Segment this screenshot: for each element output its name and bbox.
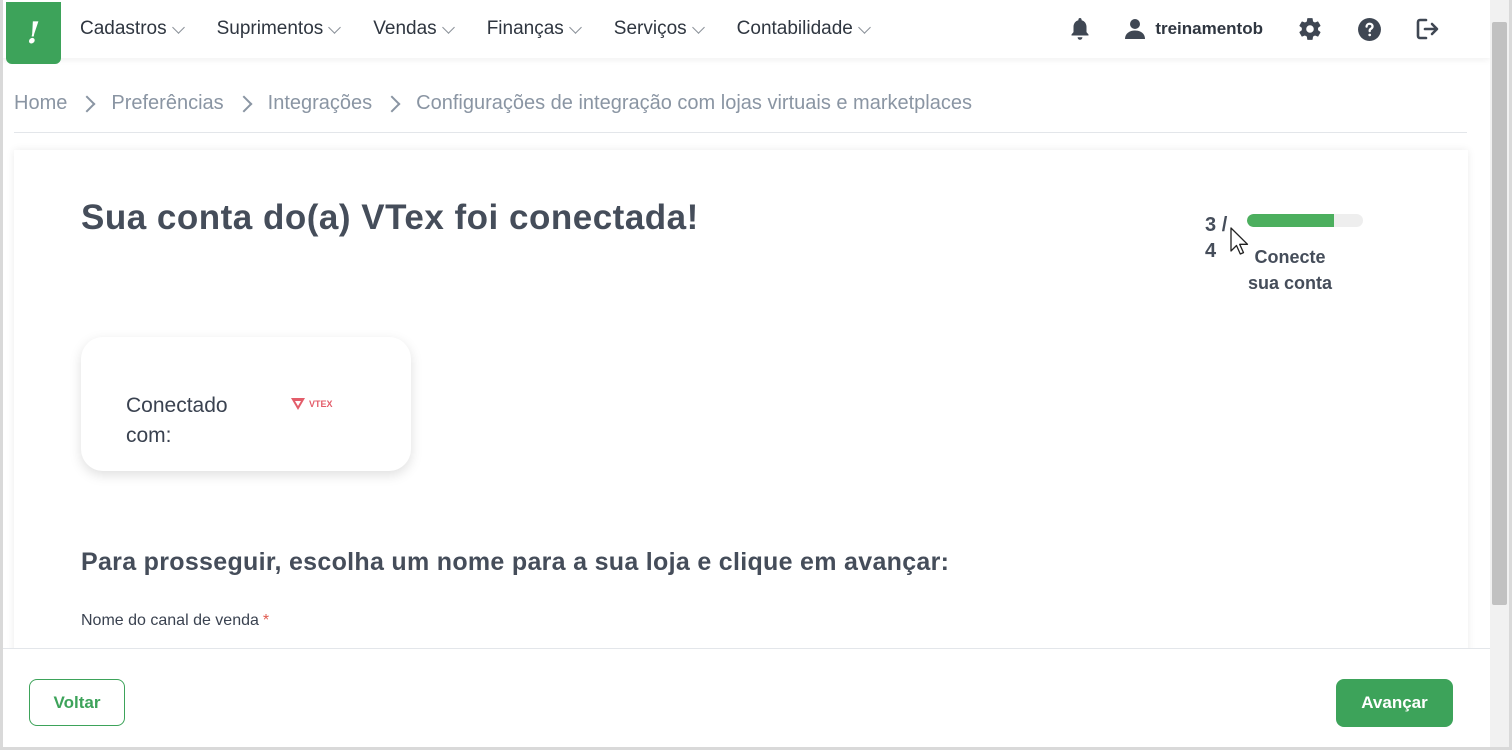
mouse-cursor-icon	[1230, 227, 1249, 255]
help-button[interactable]	[1357, 17, 1382, 42]
connected-with-label: Conectado com:	[126, 394, 228, 447]
page-title: Sua conta do(a) VTex foi conectada!	[81, 198, 699, 237]
help-icon	[1358, 17, 1381, 41]
logout-icon	[1416, 18, 1439, 40]
app-logo[interactable]: !	[6, 2, 61, 64]
menu-item-vendas[interactable]: Vendas	[373, 18, 455, 40]
back-button[interactable]: Voltar	[29, 679, 125, 726]
user-menu[interactable]: treinamentob	[1125, 18, 1263, 40]
footer-bar	[0, 648, 1490, 751]
breadcrumb-home[interactable]: Home	[14, 92, 67, 115]
menu-item-suprimentos[interactable]: Suprimentos	[217, 18, 342, 40]
vertical-scrollbar[interactable]	[1490, 0, 1509, 750]
chevron-down-icon	[441, 20, 455, 34]
required-marker: *	[262, 612, 270, 629]
step-progress-fill	[1247, 214, 1334, 227]
chevron-down-icon	[857, 20, 871, 34]
header-tools: treinamentob	[1035, 0, 1442, 58]
breadcrumb-current-page: Configurações de integração com lojas vi…	[416, 92, 972, 114]
notifications-button[interactable]	[1069, 17, 1091, 41]
chevron-down-icon	[691, 20, 705, 34]
instructions-heading: Para prosseguir, escolha um nome para a …	[81, 548, 950, 576]
chevron-right-icon	[383, 95, 401, 112]
main-menu: Cadastros Suprimentos Vendas Finanças Se…	[80, 0, 903, 58]
top-navigation-bar: ! Cadastros Suprimentos Vendas Finanças …	[0, 0, 1490, 64]
scrollbar-thumb[interactable]	[1492, 22, 1507, 605]
vtex-logo: VTEX	[290, 397, 333, 411]
user-icon	[1125, 19, 1146, 39]
bell-icon	[1071, 18, 1089, 40]
menu-item-contabilidade[interactable]: Contabilidade	[737, 18, 871, 40]
menu-item-financas[interactable]: Finanças	[487, 18, 582, 40]
chevron-right-icon	[78, 95, 96, 112]
menu-item-cadastros[interactable]: Cadastros	[80, 18, 185, 40]
chevron-down-icon	[568, 20, 582, 34]
vtex-logo-icon	[291, 398, 305, 410]
breadcrumb-preferencias[interactable]: Preferências	[111, 92, 223, 115]
menu-item-servicos[interactable]: Serviços	[614, 18, 705, 40]
chevron-right-icon	[235, 95, 253, 112]
breadcrumb-divider	[14, 132, 1467, 133]
next-button[interactable]: Avançar	[1336, 679, 1453, 727]
settings-button[interactable]	[1297, 16, 1323, 42]
sales-channel-name-label: Nome do canal de venda *	[81, 612, 270, 629]
breadcrumb: Home Preferências Integrações Configuraç…	[14, 92, 972, 115]
username: treinamentob	[1155, 19, 1263, 38]
logout-button[interactable]	[1416, 18, 1442, 40]
breadcrumb-integracoes[interactable]: Integrações	[268, 92, 373, 115]
step-label: Conecte sua conta	[1247, 247, 1333, 293]
chevron-down-icon	[171, 20, 185, 34]
chevron-down-icon	[328, 20, 342, 34]
connection-card: Conectado com: VTEX	[81, 337, 411, 471]
gear-icon	[1299, 18, 1321, 40]
step-progress-bar	[1247, 214, 1363, 227]
